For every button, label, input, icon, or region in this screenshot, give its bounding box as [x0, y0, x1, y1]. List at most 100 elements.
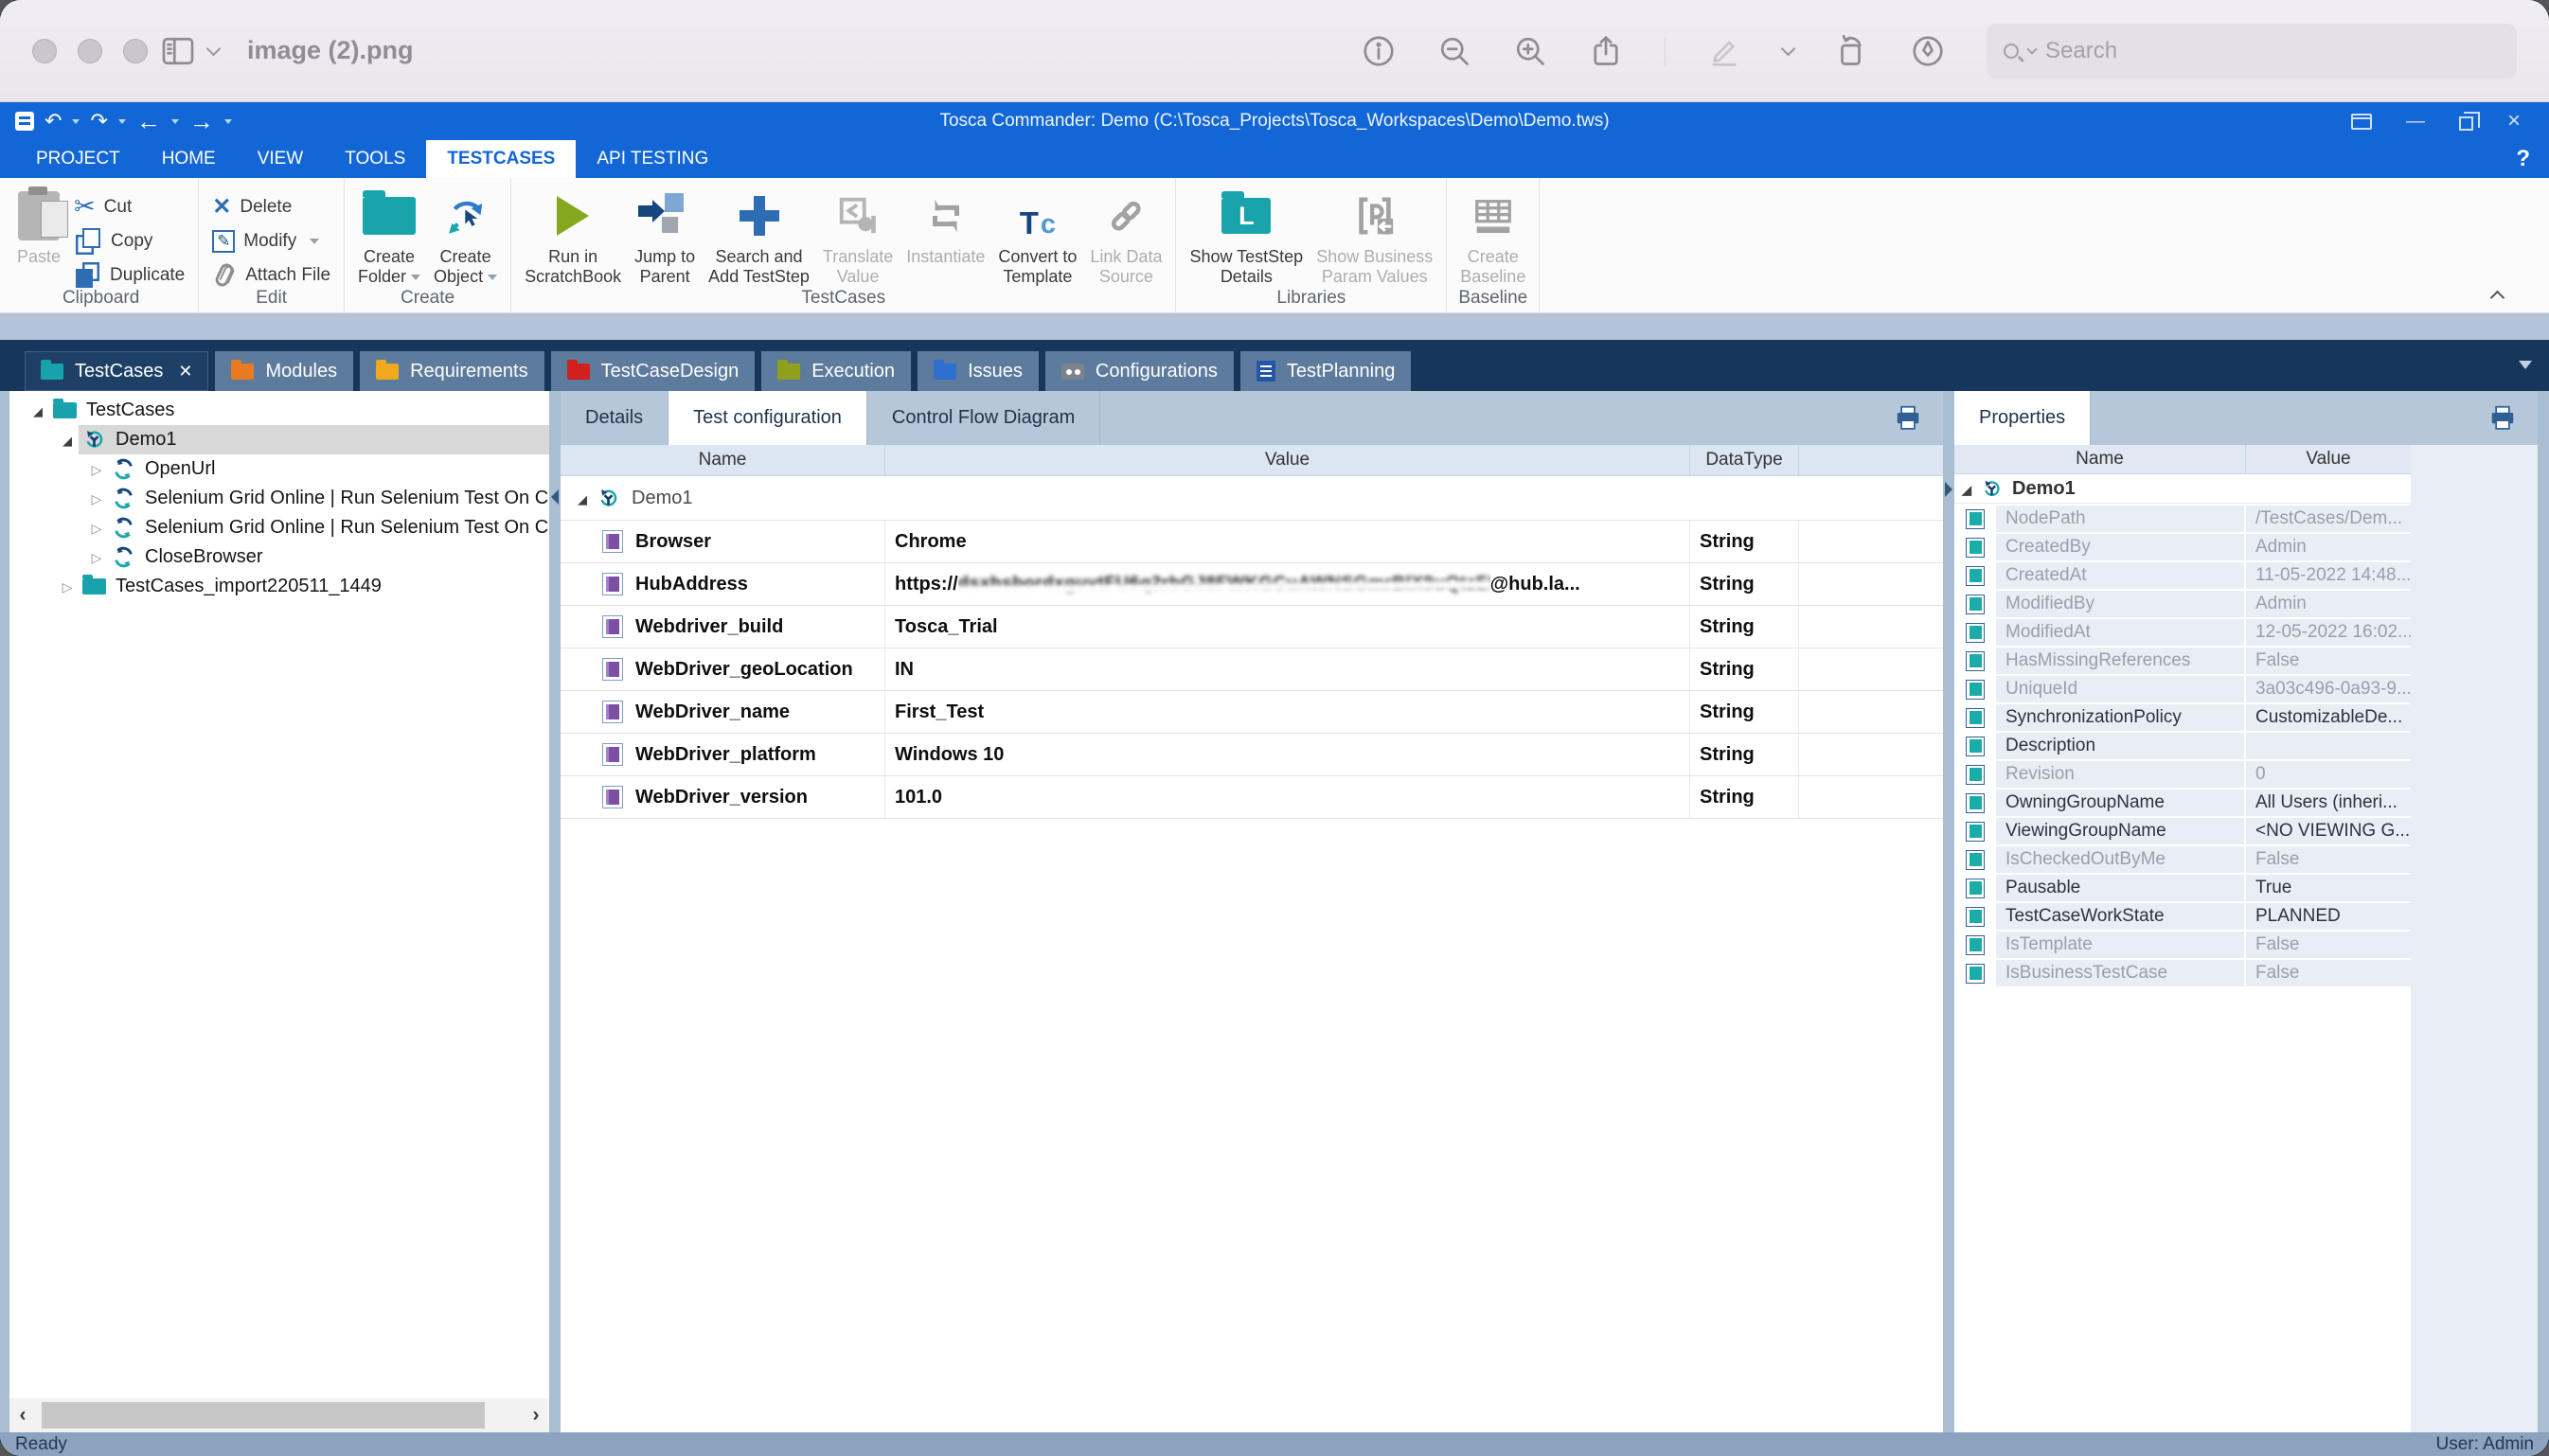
rotate-icon[interactable]	[1835, 34, 1869, 68]
convert-to-template-button[interactable]: Tc Convert toTemplate	[998, 189, 1077, 287]
show-business-param-values-button[interactable]: Show BusinessParam Values	[1316, 189, 1433, 287]
tree-expander-icon[interactable]	[85, 517, 108, 539]
column-header-value[interactable]: Value	[885, 445, 1690, 475]
grid-root-row[interactable]: Demo1	[561, 476, 1943, 521]
tree-expander-icon[interactable]	[27, 400, 49, 421]
parameter-row[interactable]: WebDriver_geoLocation IN String	[561, 648, 1943, 691]
document-tab[interactable]: Configurations ✕	[1045, 351, 1234, 391]
column-header-name[interactable]: Name	[1954, 445, 2246, 473]
property-row[interactable]: ModifiedBy Admin	[1954, 591, 2411, 617]
info-icon[interactable]	[1362, 34, 1396, 68]
parameter-row[interactable]: Browser Chrome String	[561, 521, 1943, 563]
paste-button[interactable]: Paste	[17, 189, 61, 267]
ribbon-tab[interactable]: TESTCASES	[426, 140, 576, 178]
ribbon-display-options-icon[interactable]	[2351, 114, 2372, 130]
tree-item[interactable]: Selenium Grid Online | Run Selenium Test…	[9, 484, 549, 513]
detail-tab[interactable]: Test configuration	[668, 391, 867, 445]
modify-button[interactable]: ✎Modify	[212, 228, 330, 254]
property-row[interactable]: Pausable True	[1954, 875, 2411, 901]
document-tab[interactable]: Execution ✕	[761, 351, 911, 391]
tree-expander-icon[interactable]	[56, 429, 79, 451]
tree-item[interactable]: TestCases	[9, 396, 549, 425]
ribbon-tab[interactable]: VIEW	[237, 140, 325, 178]
traffic-light-close-button[interactable]	[32, 39, 57, 63]
print-icon[interactable]	[1894, 403, 1922, 432]
share-icon[interactable]	[1589, 34, 1623, 68]
parameter-row[interactable]: WebDriver_platform Windows 10 String	[561, 734, 1943, 776]
property-row[interactable]: Description	[1954, 733, 2411, 759]
parameter-row[interactable]: Webdriver_build Tosca_Trial String	[561, 606, 1943, 648]
undo-dropdown-icon[interactable]	[72, 119, 80, 124]
redo-icon[interactable]: ↷	[90, 111, 107, 132]
search-field[interactable]	[1987, 24, 2517, 79]
ribbon-tab[interactable]: API TESTING	[576, 140, 729, 178]
zoom-in-icon[interactable]	[1513, 34, 1547, 68]
tree-item[interactable]: TestCases_import220511_1449	[9, 572, 549, 601]
traffic-light-zoom-button[interactable]	[123, 39, 148, 63]
property-row[interactable]: IsTemplate False	[1954, 932, 2411, 958]
detail-tab[interactable]: Control Flow Diagram	[867, 391, 1100, 445]
traffic-light-minimize-button[interactable]	[78, 39, 102, 63]
property-row[interactable]: OwningGroupName All Users (inheri...	[1954, 790, 2411, 816]
column-header-name[interactable]: Name	[561, 445, 885, 475]
help-button[interactable]: ?	[2516, 140, 2530, 178]
property-row[interactable]: UniqueId 3a03c496-0a93-9...	[1954, 676, 2411, 702]
parameter-row[interactable]: WebDriver_name First_Test String	[561, 691, 1943, 734]
property-row[interactable]: Revision 0	[1954, 761, 2411, 788]
scroll-left-icon[interactable]: ‹	[9, 1404, 36, 1427]
back-dropdown-icon[interactable]	[171, 119, 179, 124]
tree-expander-icon[interactable]	[85, 488, 108, 509]
close-tab-icon[interactable]: ✕	[178, 362, 192, 382]
document-tab[interactable]: TestCaseDesign ✕	[551, 351, 756, 391]
create-folder-button[interactable]: CreateFolder	[358, 189, 420, 287]
markup-options-chevron-icon[interactable]	[1781, 42, 1796, 57]
navigate-forward-icon[interactable]: →	[189, 109, 214, 133]
jump-to-parent-button[interactable]: Jump toParent	[634, 189, 695, 287]
search-and-add-teststep-button[interactable]: Search andAdd TestStep	[708, 189, 810, 287]
column-header-value[interactable]: Value	[2246, 445, 2411, 473]
property-row[interactable]: SynchronizationPolicy CustomizableDe...	[1954, 704, 2411, 731]
search-scope-chevron-icon[interactable]	[2026, 44, 2037, 54]
ribbon-collapse-icon[interactable]	[2490, 288, 2505, 303]
properties-tab[interactable]: Properties	[1954, 391, 2091, 445]
detail-tab[interactable]: Details	[561, 391, 668, 445]
document-tab[interactable]: TestPlanning ✕	[1240, 351, 1412, 391]
scroll-right-icon[interactable]: ›	[523, 1404, 549, 1427]
minimize-window-icon[interactable]: —	[2406, 112, 2425, 131]
create-folder-dropdown-icon[interactable]	[411, 275, 420, 280]
property-row[interactable]: NodePath /TestCases/Dem...	[1954, 506, 2411, 532]
run-in-scratchbook-button[interactable]: Run inScratchBook	[525, 189, 621, 287]
row-expander-icon[interactable]	[1956, 478, 1977, 500]
delete-button[interactable]: ✕Delete	[212, 194, 330, 220]
document-tab[interactable]: Issues ✕	[918, 351, 1039, 391]
cut-button[interactable]: ✂Cut	[74, 194, 185, 220]
row-expander-icon[interactable]	[572, 488, 593, 509]
collapse-left-panel-icon[interactable]	[551, 489, 559, 505]
duplicate-button[interactable]: Duplicate	[74, 262, 185, 288]
zoom-out-icon[interactable]	[1437, 34, 1471, 68]
parameter-row[interactable]: WebDriver_version 101.0 String	[561, 776, 1943, 819]
column-header-datatype[interactable]: DataType	[1690, 445, 1799, 475]
property-row[interactable]: CreatedBy Admin	[1954, 534, 2411, 560]
property-row[interactable]: IsCheckedOutByMe False	[1954, 846, 2411, 873]
forward-dropdown-icon[interactable]	[224, 119, 232, 124]
property-row[interactable]: HasMissingReferences False	[1954, 648, 2411, 674]
search-input[interactable]	[2045, 38, 2500, 64]
document-tab[interactable]: Modules ✕	[215, 351, 353, 391]
save-icon[interactable]	[15, 112, 34, 131]
property-row[interactable]: IsBusinessTestCase False	[1954, 960, 2411, 986]
markup-toolbar-icon[interactable]	[1911, 34, 1945, 68]
splitter-left[interactable]	[549, 391, 561, 1432]
document-tab[interactable]: TestCases ✕	[25, 351, 208, 391]
create-object-button[interactable]: CreateObject	[434, 189, 497, 287]
tree-item[interactable]: Demo1	[9, 425, 549, 454]
restore-window-icon[interactable]	[2459, 116, 2473, 131]
tree-expander-icon[interactable]	[85, 458, 108, 480]
tab-overflow-chevron-icon[interactable]	[2519, 361, 2532, 369]
ribbon-tab[interactable]: TOOLS	[324, 140, 426, 178]
ribbon-tab[interactable]: HOME	[141, 140, 237, 178]
navigate-back-icon[interactable]: ←	[136, 109, 161, 133]
tree-item[interactable]: Selenium Grid Online | Run Selenium Test…	[9, 513, 549, 542]
parameter-row[interactable]: HubAddress https://dsxhsbordxguvtFU6q2rb…	[561, 563, 1943, 606]
print-icon[interactable]	[2488, 403, 2517, 432]
